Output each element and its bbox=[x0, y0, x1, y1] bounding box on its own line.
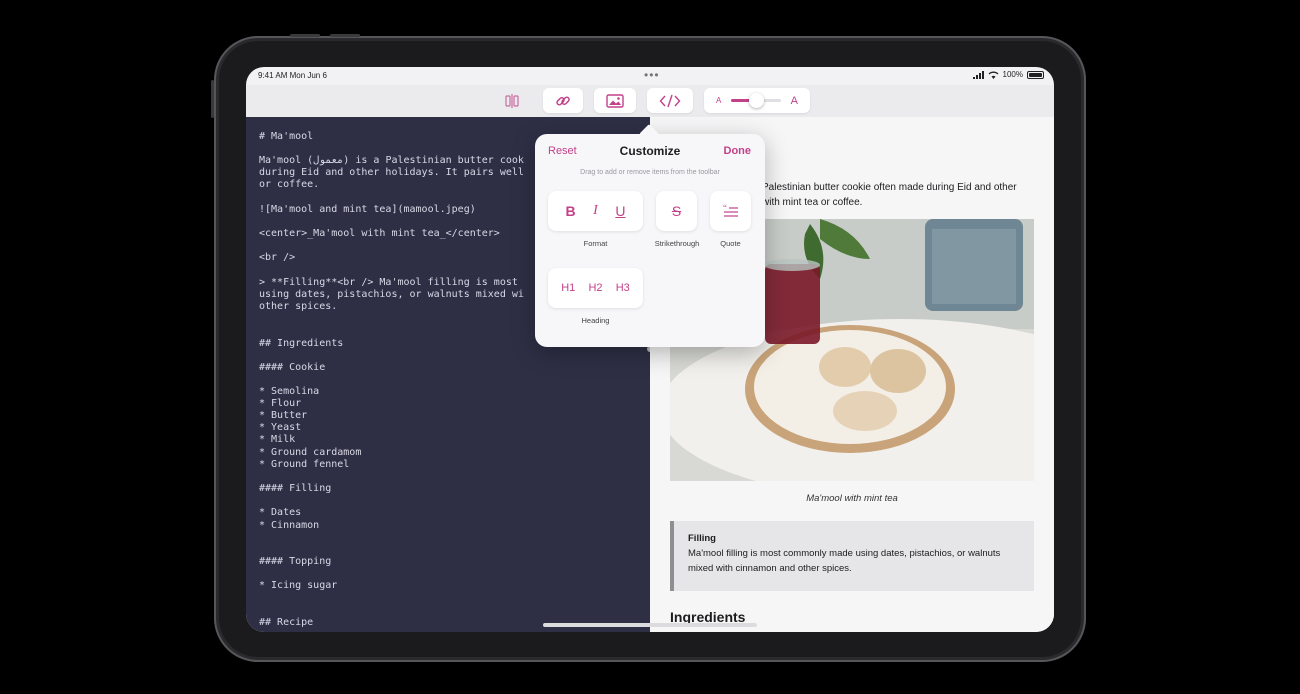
editor-line: #### Filling bbox=[259, 483, 332, 494]
preview-paragraph-line: Palestinian butter cookie often made dur… bbox=[762, 182, 1017, 193]
font-small-label: A bbox=[716, 96, 722, 105]
link-button[interactable] bbox=[543, 88, 583, 113]
status-time: 9:41 AM Mon Jun 6 bbox=[258, 71, 327, 80]
font-large-label: A bbox=[790, 94, 798, 107]
image-button[interactable] bbox=[594, 88, 636, 113]
strikethrough-tile[interactable]: S bbox=[656, 191, 697, 231]
customize-popover: Reset Customize Done Drag to add or remo… bbox=[535, 124, 765, 347]
wifi-icon bbox=[988, 71, 998, 79]
status-right: 100% bbox=[972, 70, 1044, 79]
editor-line: ## Ingredients bbox=[259, 338, 344, 349]
preview-paragraph-line: with mint tea or coffee. bbox=[762, 197, 863, 208]
editor-line: * Yeast bbox=[259, 422, 302, 433]
signal-icon bbox=[972, 70, 984, 79]
font-size-slider-thumb[interactable] bbox=[749, 93, 764, 108]
preview-paragraph: Palestinian butter cookie often made dur… bbox=[762, 180, 1042, 210]
heading-tile[interactable]: H1 H2 H3 bbox=[548, 268, 643, 308]
format-label: Format bbox=[583, 239, 608, 248]
editor-line: #### Topping bbox=[259, 556, 332, 567]
quote-tile[interactable]: “ bbox=[710, 191, 751, 231]
heading-label: Heading bbox=[581, 316, 610, 325]
blockquote-line: Ma'mool filling is most commonly made us… bbox=[688, 548, 1001, 559]
editor-line: * Semolina bbox=[259, 386, 320, 397]
battery-percent: 100% bbox=[1002, 70, 1023, 79]
multitasking-dots-icon[interactable]: ••• bbox=[644, 68, 660, 82]
editor-line: #### Cookie bbox=[259, 362, 326, 373]
editor-line: ![Ma'mool and mint tea](mamool.jpeg) bbox=[259, 204, 476, 215]
blockquote-title: Filling bbox=[688, 533, 716, 544]
h1-icon: H1 bbox=[561, 282, 576, 294]
image-icon bbox=[606, 93, 624, 108]
strikethrough-icon: S bbox=[671, 203, 682, 219]
photo-caption: Ma'mool with mint tea bbox=[806, 493, 898, 504]
ipad-screen: 9:41 AM Mon Jun 6 ••• 100% A A # Ma'mool… bbox=[246, 67, 1054, 632]
filling-blockquote: Filling Ma'mool filling is most commonly… bbox=[670, 521, 1034, 591]
italic-icon: I bbox=[593, 203, 598, 218]
bold-icon: B bbox=[565, 203, 576, 219]
home-indicator[interactable] bbox=[543, 623, 757, 627]
editor-line: <center>_Ma'mool with mint tea_</center> bbox=[259, 228, 500, 239]
editor-line: * Butter bbox=[259, 410, 308, 421]
done-button[interactable]: Done bbox=[724, 145, 752, 157]
link-icon bbox=[556, 95, 570, 105]
blockquote-line: mixed with cinnamon and other spices. bbox=[688, 563, 852, 574]
editor-line: or coffee. bbox=[259, 179, 320, 190]
ipad-top-button-2 bbox=[330, 34, 360, 37]
status-bar: 9:41 AM Mon Jun 6 ••• 100% bbox=[246, 67, 1054, 85]
editor-line: using dates, pistachios, or walnuts mixe… bbox=[259, 289, 524, 300]
code-icon bbox=[659, 94, 681, 107]
editor-line: <br /> bbox=[259, 252, 296, 263]
battery-icon bbox=[1027, 70, 1044, 79]
editor-line: Ma'mool (معمول) is a Palestinian butter … bbox=[259, 155, 524, 166]
editor-line: during Eid and other holidays. It pairs … bbox=[259, 167, 524, 178]
editor-line: * Flour bbox=[259, 398, 302, 409]
editor-line: > **Filling**<br /> Ma'mool filling is m… bbox=[259, 277, 518, 288]
editor-line: * Icing sugar bbox=[259, 580, 338, 591]
h3-icon: H3 bbox=[615, 282, 630, 294]
ipad-top-button bbox=[290, 34, 320, 37]
font-size-slider[interactable] bbox=[731, 93, 781, 108]
underline-icon: U bbox=[615, 203, 626, 219]
font-size-control[interactable]: A A bbox=[704, 88, 810, 113]
quote-label: Quote bbox=[720, 239, 741, 248]
h2-icon: H2 bbox=[588, 282, 603, 294]
ipad-side-camera bbox=[211, 80, 214, 118]
editor-line: * Dates bbox=[259, 507, 302, 518]
editor-line: ## Recipe bbox=[259, 617, 314, 628]
editor-line: # Ma'mool bbox=[259, 131, 314, 142]
editor-line: * Milk bbox=[259, 434, 296, 445]
split-view-icon[interactable] bbox=[504, 93, 520, 109]
code-button[interactable] bbox=[647, 88, 693, 113]
popover-hint: Drag to add or remove items from the too… bbox=[580, 169, 720, 176]
format-tile[interactable]: B I U bbox=[548, 191, 643, 231]
editor-line: other spices. bbox=[259, 301, 338, 312]
editor-line: * Ground fennel bbox=[259, 459, 350, 470]
quote-icon: “ bbox=[723, 204, 738, 217]
editor-line: * Ground cardamom bbox=[259, 447, 362, 458]
editor-line: * Cinnamon bbox=[259, 520, 320, 531]
